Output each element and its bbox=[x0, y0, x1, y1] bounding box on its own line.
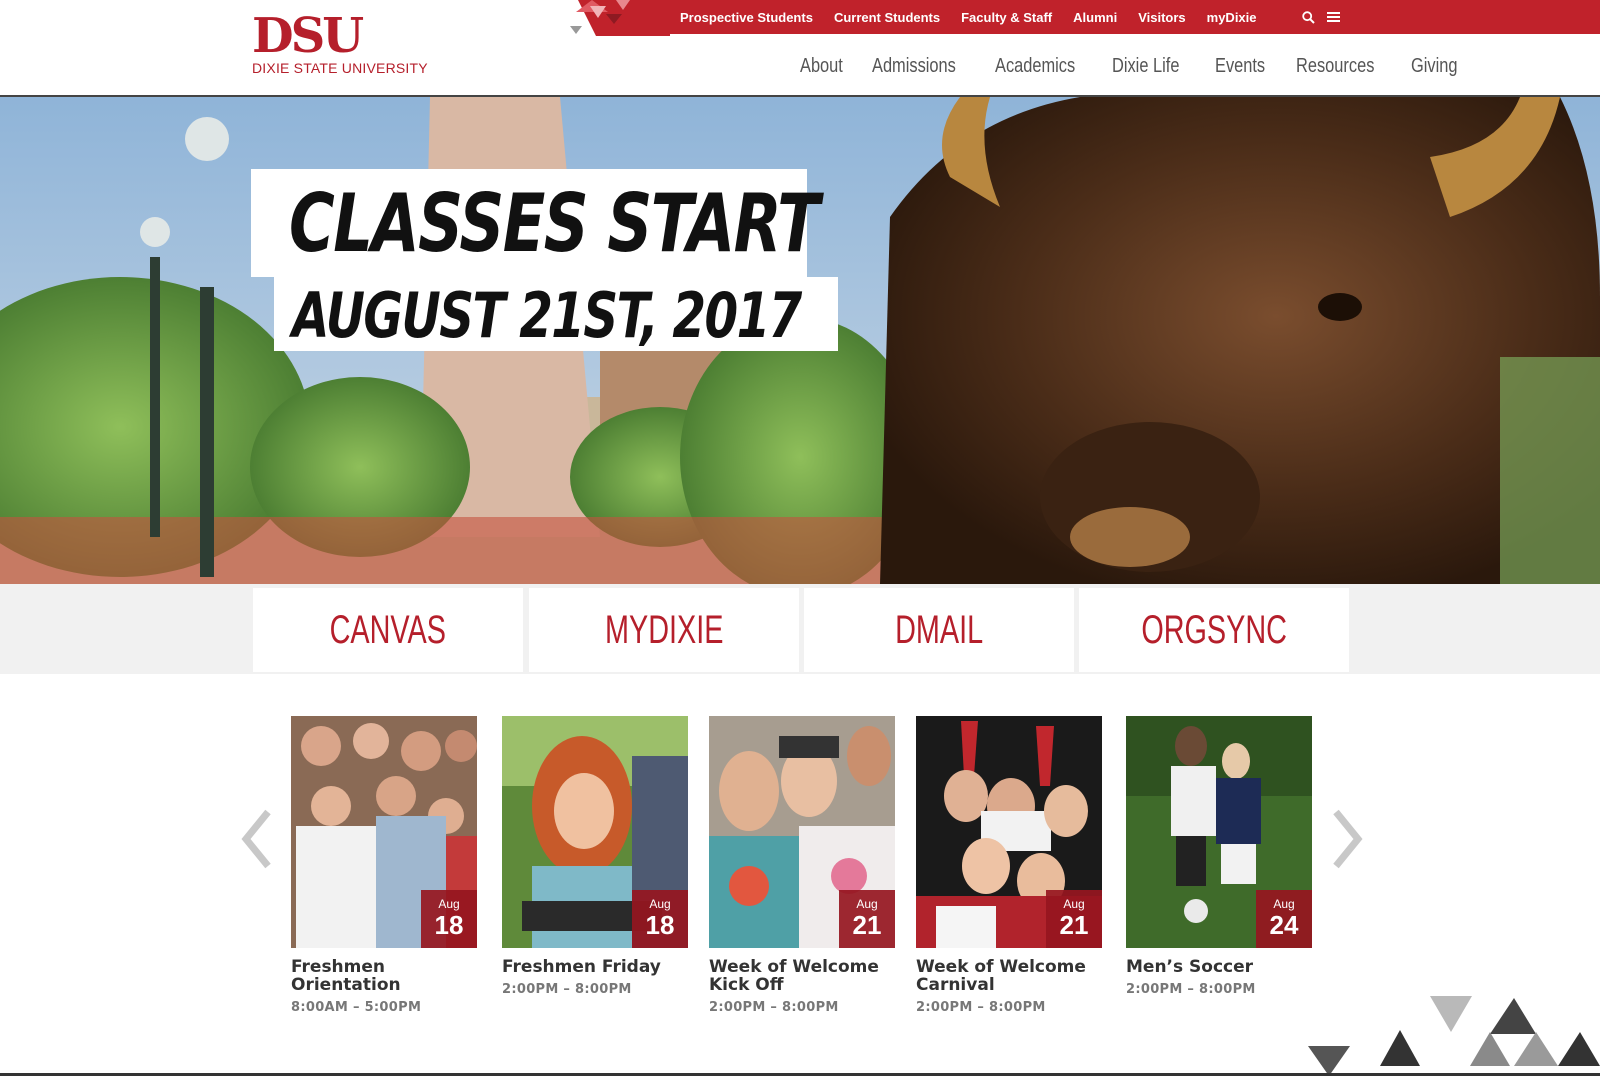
nav-mydixie[interactable]: myDixie bbox=[1207, 10, 1257, 25]
quicklink-dmail[interactable]: DMAIL bbox=[804, 588, 1074, 672]
nav-alumni[interactable]: Alumni bbox=[1073, 10, 1117, 25]
event-title: Freshmen Friday bbox=[502, 957, 661, 977]
event-month: Aug bbox=[1273, 897, 1295, 911]
carousel-prev-arrow-icon[interactable] bbox=[238, 804, 278, 874]
event-time: 2:00PM – 8:00PM bbox=[502, 982, 632, 997]
event-title: Week of Welcome Kick Off bbox=[709, 957, 879, 995]
event-date-badge: Aug 24 bbox=[1256, 890, 1312, 948]
hero-subheadline-text: AUGUST 21ST, 2017 bbox=[292, 279, 802, 352]
nav-visitors[interactable]: Visitors bbox=[1138, 10, 1185, 25]
event-photo: Aug 21 bbox=[916, 716, 1102, 948]
site-header: DSU DIXIE STATE UNIVERSITY Prospective S… bbox=[0, 0, 1600, 96]
event-card[interactable]: Aug 24 Men’s Soccer 2:00PM – 8:00PM bbox=[1126, 716, 1312, 997]
utility-nav: Prospective Students Current Students Fa… bbox=[680, 0, 1278, 34]
quicklink-label: DMAIL bbox=[894, 607, 984, 652]
nav-events[interactable]: Events bbox=[1215, 55, 1265, 78]
search-icon[interactable] bbox=[1302, 10, 1315, 24]
nav-academics[interactable]: Academics bbox=[995, 55, 1075, 78]
nav-dixie-life[interactable]: Dixie Life bbox=[1112, 55, 1179, 78]
hero-banner[interactable]: CLASSES START AUGUST 21ST, 2017 bbox=[0, 97, 1600, 584]
quicklink-mydixie[interactable]: MYDIXIE bbox=[529, 588, 799, 672]
event-date-badge: Aug 21 bbox=[839, 890, 895, 948]
event-time: 2:00PM – 8:00PM bbox=[1126, 982, 1256, 997]
quicklink-label: MYDIXIE bbox=[604, 607, 724, 652]
event-card[interactable]: Aug 18 Freshmen Friday 2:00PM – 8:00PM bbox=[502, 716, 688, 997]
hero-headline-text: CLASSES START bbox=[289, 177, 820, 270]
hero-subheadline: AUGUST 21ST, 2017 bbox=[274, 277, 838, 352]
nav-giving[interactable]: Giving bbox=[1411, 55, 1457, 78]
page: DSU DIXIE STATE UNIVERSITY Prospective S… bbox=[0, 0, 1600, 1076]
nav-prospective-students[interactable]: Prospective Students bbox=[680, 10, 813, 25]
nav-admissions[interactable]: Admissions bbox=[872, 55, 956, 78]
event-title: Men’s Soccer bbox=[1126, 957, 1254, 977]
event-month: Aug bbox=[1063, 897, 1085, 911]
event-card[interactable]: Aug 21 Week of Welcome Carnival 2:00PM –… bbox=[916, 716, 1102, 1015]
event-day: 21 bbox=[1059, 910, 1089, 940]
logo-subtitle: DIXIE STATE UNIVERSITY bbox=[252, 60, 428, 76]
carousel-next-arrow-icon[interactable] bbox=[1326, 804, 1366, 874]
event-month: Aug bbox=[649, 897, 671, 911]
quick-links-bar: CANVAS MYDIXIE DMAIL ORGSYNC bbox=[0, 584, 1600, 674]
menu-icon[interactable] bbox=[1327, 11, 1340, 23]
event-time: 2:00PM – 8:00PM bbox=[709, 1000, 839, 1015]
hero-headline: CLASSES START bbox=[251, 169, 820, 277]
nav-faculty-staff[interactable]: Faculty & Staff bbox=[961, 10, 1052, 25]
event-photo: Aug 18 bbox=[502, 716, 688, 948]
event-photo: Aug 18 bbox=[291, 716, 477, 948]
nav-resources[interactable]: Resources bbox=[1296, 55, 1374, 78]
event-date-badge: Aug 18 bbox=[632, 890, 688, 948]
utility-bar: Prospective Students Current Students Fa… bbox=[570, 0, 1600, 36]
event-day: 18 bbox=[434, 910, 464, 940]
quicklink-canvas[interactable]: CANVAS bbox=[253, 588, 523, 672]
event-photo: Aug 21 bbox=[709, 716, 895, 948]
quicklink-orgsync[interactable]: ORGSYNC bbox=[1079, 588, 1349, 672]
event-month: Aug bbox=[438, 897, 460, 911]
dsu-logo[interactable]: DSU DIXIE STATE UNIVERSITY bbox=[252, 8, 428, 78]
event-photo: Aug 24 bbox=[1126, 716, 1312, 948]
event-time: 8:00AM – 5:00PM bbox=[291, 1000, 422, 1015]
event-day: 18 bbox=[645, 910, 675, 940]
event-date-badge: Aug 18 bbox=[421, 890, 477, 948]
main-nav: About Admissions Academics Dixie Life Ev… bbox=[800, 50, 1488, 82]
event-title: Week of Welcome Carnival bbox=[916, 957, 1086, 995]
event-day: 24 bbox=[1269, 910, 1299, 940]
nav-about[interactable]: About bbox=[800, 55, 843, 78]
triangle-pattern-icon bbox=[1308, 996, 1600, 1076]
logo-mark: DSU bbox=[252, 8, 364, 64]
event-card[interactable]: Aug 18 Freshmen Orientation 8:00AM – 5:0… bbox=[291, 716, 477, 1015]
event-time: 2:00PM – 8:00PM bbox=[916, 1000, 1046, 1015]
event-date-badge: Aug 21 bbox=[1046, 890, 1102, 948]
utility-icons bbox=[1302, 0, 1340, 34]
quicklink-label: ORGSYNC bbox=[1141, 607, 1287, 652]
nav-current-students[interactable]: Current Students bbox=[834, 10, 940, 25]
triangle-decoration-icon bbox=[570, 0, 670, 36]
event-card[interactable]: Aug 21 Week of Welcome Kick Off 2:00PM –… bbox=[709, 716, 895, 1015]
event-month: Aug bbox=[856, 897, 878, 911]
event-day: 21 bbox=[852, 910, 882, 940]
event-title: Freshmen Orientation bbox=[291, 957, 401, 995]
quicklink-label: CANVAS bbox=[329, 607, 447, 652]
